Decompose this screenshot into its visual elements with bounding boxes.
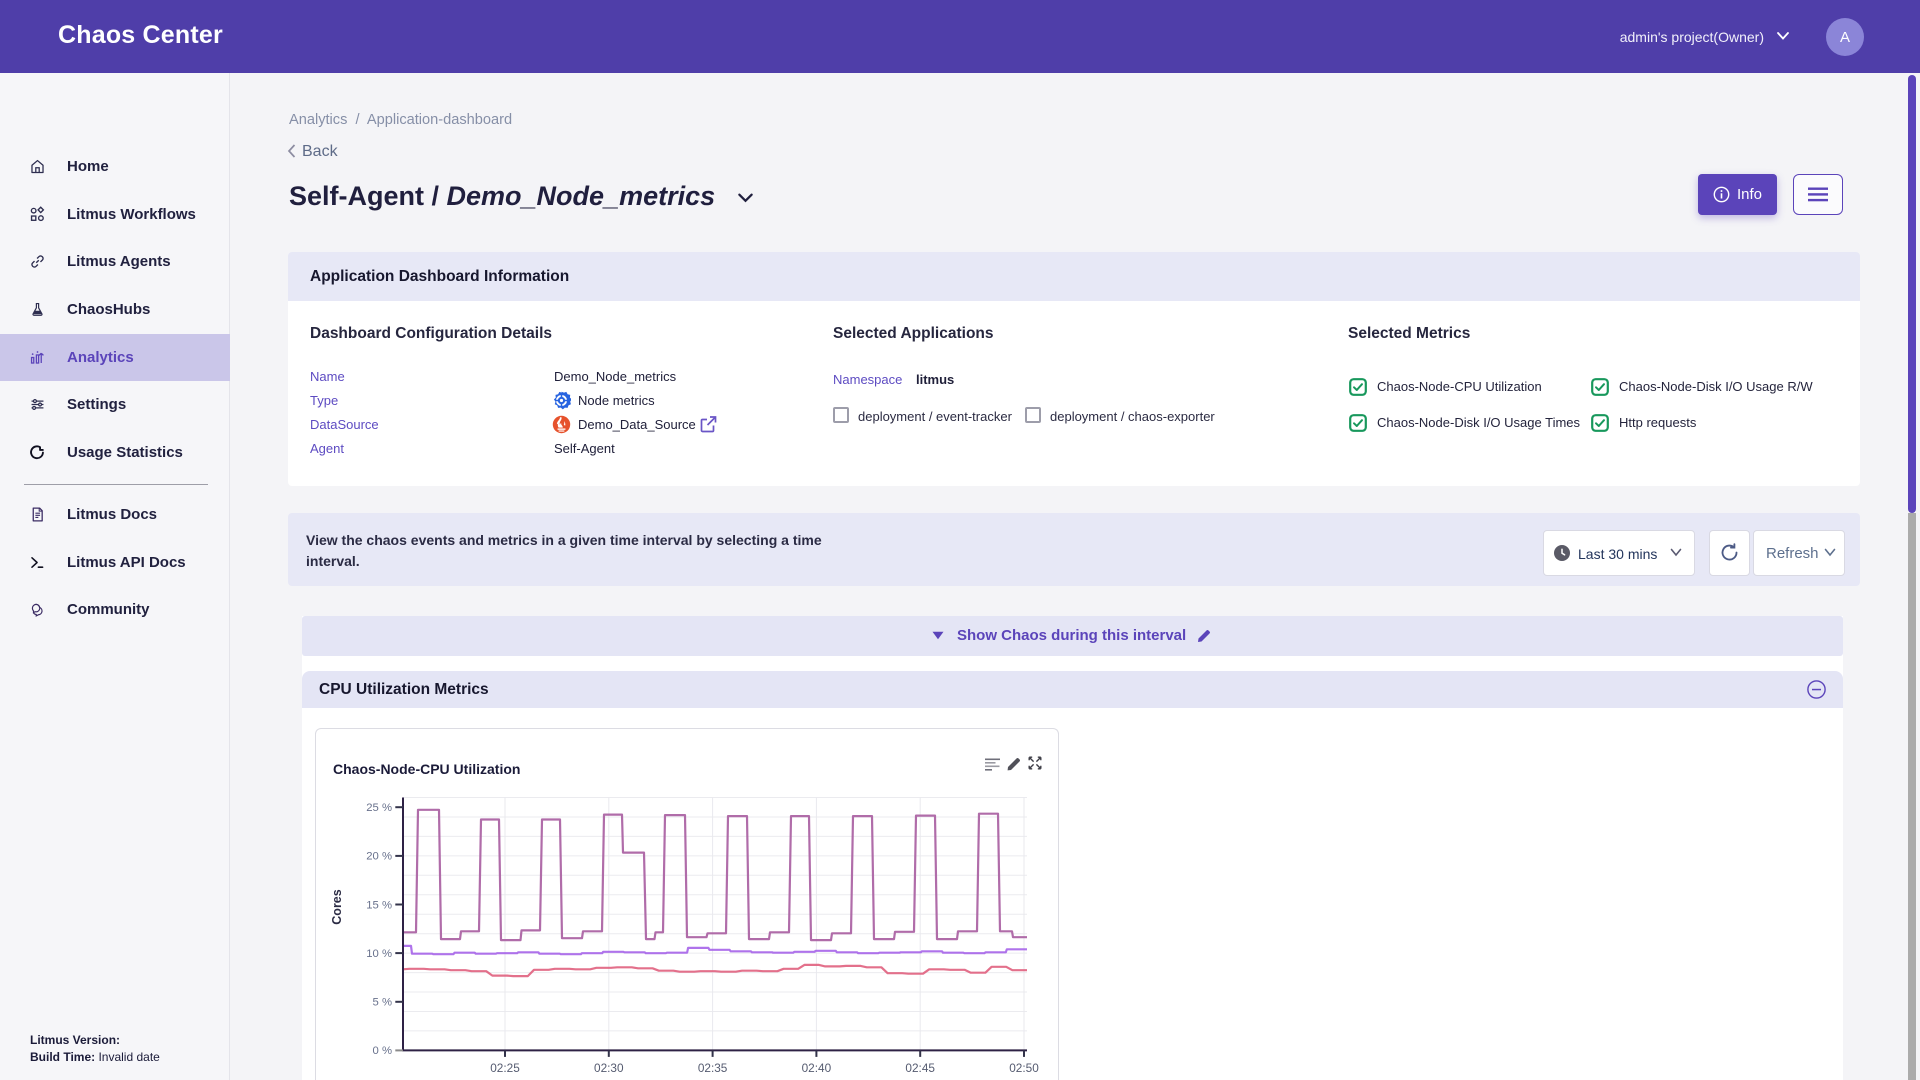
svg-text:02:25: 02:25 xyxy=(490,1061,520,1075)
svg-text:02:50: 02:50 xyxy=(1009,1061,1039,1075)
svg-text:02:40: 02:40 xyxy=(802,1061,832,1075)
svg-text:02:45: 02:45 xyxy=(905,1061,935,1075)
svg-text:15 %: 15 % xyxy=(366,899,392,911)
svg-text:0 %: 0 % xyxy=(373,1045,392,1057)
svg-text:5 %: 5 % xyxy=(373,997,392,1009)
svg-text:25 %: 25 % xyxy=(366,802,392,814)
svg-text:10 %: 10 % xyxy=(366,948,392,960)
svg-text:Cores: Cores xyxy=(330,889,344,924)
svg-text:20 %: 20 % xyxy=(366,851,392,863)
svg-text:02:35: 02:35 xyxy=(698,1061,728,1075)
svg-text:02:30: 02:30 xyxy=(594,1061,624,1075)
